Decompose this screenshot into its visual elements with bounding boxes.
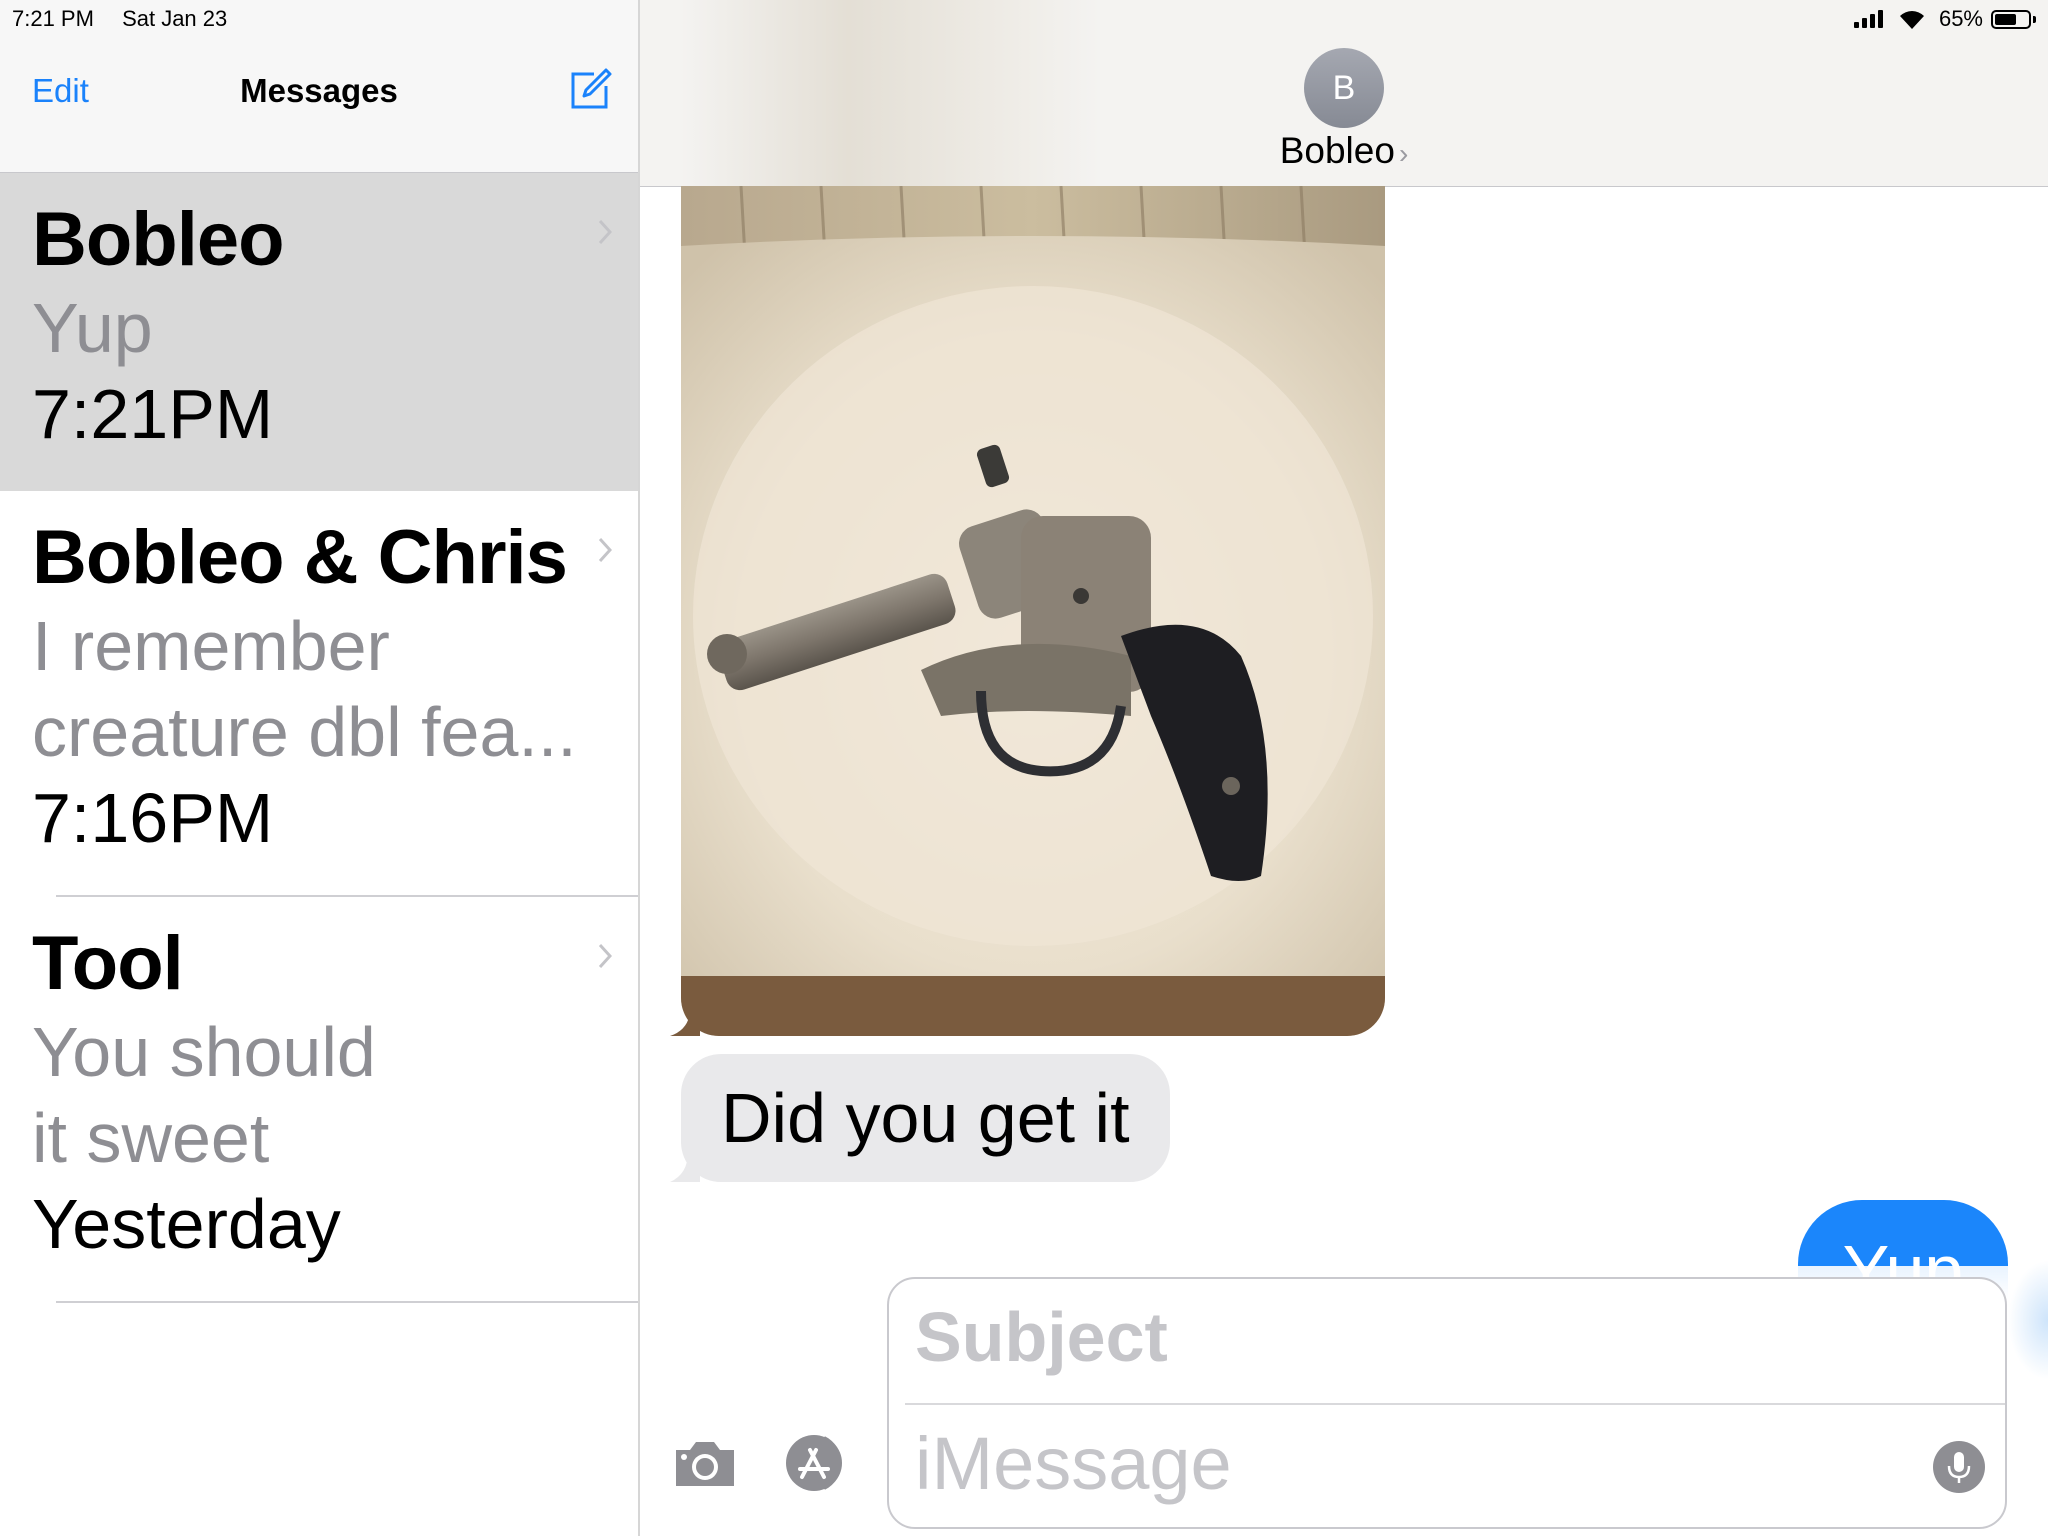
conversation-preview: You should <box>32 1013 376 1091</box>
bubble-tail <box>670 1012 700 1036</box>
conversation-preview: I remember <box>32 607 390 685</box>
received-message-bubble[interactable]: Did you get it <box>681 1054 1170 1182</box>
conversation-list: Bobleo Yup 7:21PM Bobleo & Chris I remem… <box>0 173 638 1303</box>
battery-percent: 65% <box>1938 6 1983 31</box>
conversation-time: Yesterday <box>32 1185 341 1263</box>
camera-icon[interactable] <box>672 1438 738 1490</box>
conversation-name: Bobleo & Chris <box>32 515 568 600</box>
contact-avatar[interactable]: B <box>1304 48 1384 128</box>
contact-name: Bobleo <box>1279 130 1395 171</box>
cellular-signal-icon <box>1853 10 1883 28</box>
conversation-row-bobleo[interactable]: Bobleo Yup 7:21PM <box>0 173 638 491</box>
photo-message[interactable] <box>681 186 1385 1036</box>
compose-icon[interactable] <box>568 66 614 112</box>
battery-icon <box>1991 9 2036 29</box>
chevron-right-icon <box>598 943 612 969</box>
status-bar-left: 7:21 PM Sat Jan 23 <box>12 6 249 32</box>
sidebar-title: Messages <box>240 72 398 109</box>
wifi-icon <box>1899 11 1924 29</box>
chevron-right-icon <box>598 537 612 563</box>
edge-glow <box>2008 1260 2048 1380</box>
conversation-row-bobleo-chris[interactable]: Bobleo & Chris I remember creature dbl f… <box>0 491 638 897</box>
revolver-photo <box>681 186 1385 1036</box>
compose-field: Subject iMessage <box>887 1277 2007 1529</box>
microphone-icon[interactable] <box>1933 1441 1985 1493</box>
contact-name-button[interactable]: Bobleo › <box>640 130 2048 172</box>
conversation-time: 7:16PM <box>32 779 274 857</box>
field-divider <box>905 1403 2005 1405</box>
bubble-tail <box>670 1152 700 1182</box>
chevron-right-icon: › <box>1398 138 1409 169</box>
app-store-icon[interactable] <box>780 1432 854 1494</box>
status-time: 7:21 PM <box>12 6 94 31</box>
chevron-right-icon <box>598 219 612 245</box>
status-bar-right: 65% <box>1853 6 2036 32</box>
chat-header: B Bobleo › <box>640 0 2048 187</box>
conversation-sidebar: Edit Messages Bobleo Yup 7:21PM Bobleo &… <box>0 0 640 1536</box>
message-input[interactable]: iMessage <box>915 1421 1232 1506</box>
conversation-preview: creature dbl fea... <box>32 693 577 771</box>
conversation-preview: Yup <box>32 289 153 367</box>
row-divider <box>56 1301 638 1303</box>
conversation-time: 7:21PM <box>32 375 274 453</box>
status-date: Sat Jan 23 <box>122 6 228 31</box>
conversation-row-tool[interactable]: Tool You should it sweet Yesterday <box>0 897 638 1303</box>
conversation-preview: it sweet <box>32 1099 270 1177</box>
conversation-name: Tool <box>32 921 184 1006</box>
conversation-name: Bobleo <box>32 197 285 282</box>
subject-input[interactable]: Subject <box>915 1297 1168 1377</box>
